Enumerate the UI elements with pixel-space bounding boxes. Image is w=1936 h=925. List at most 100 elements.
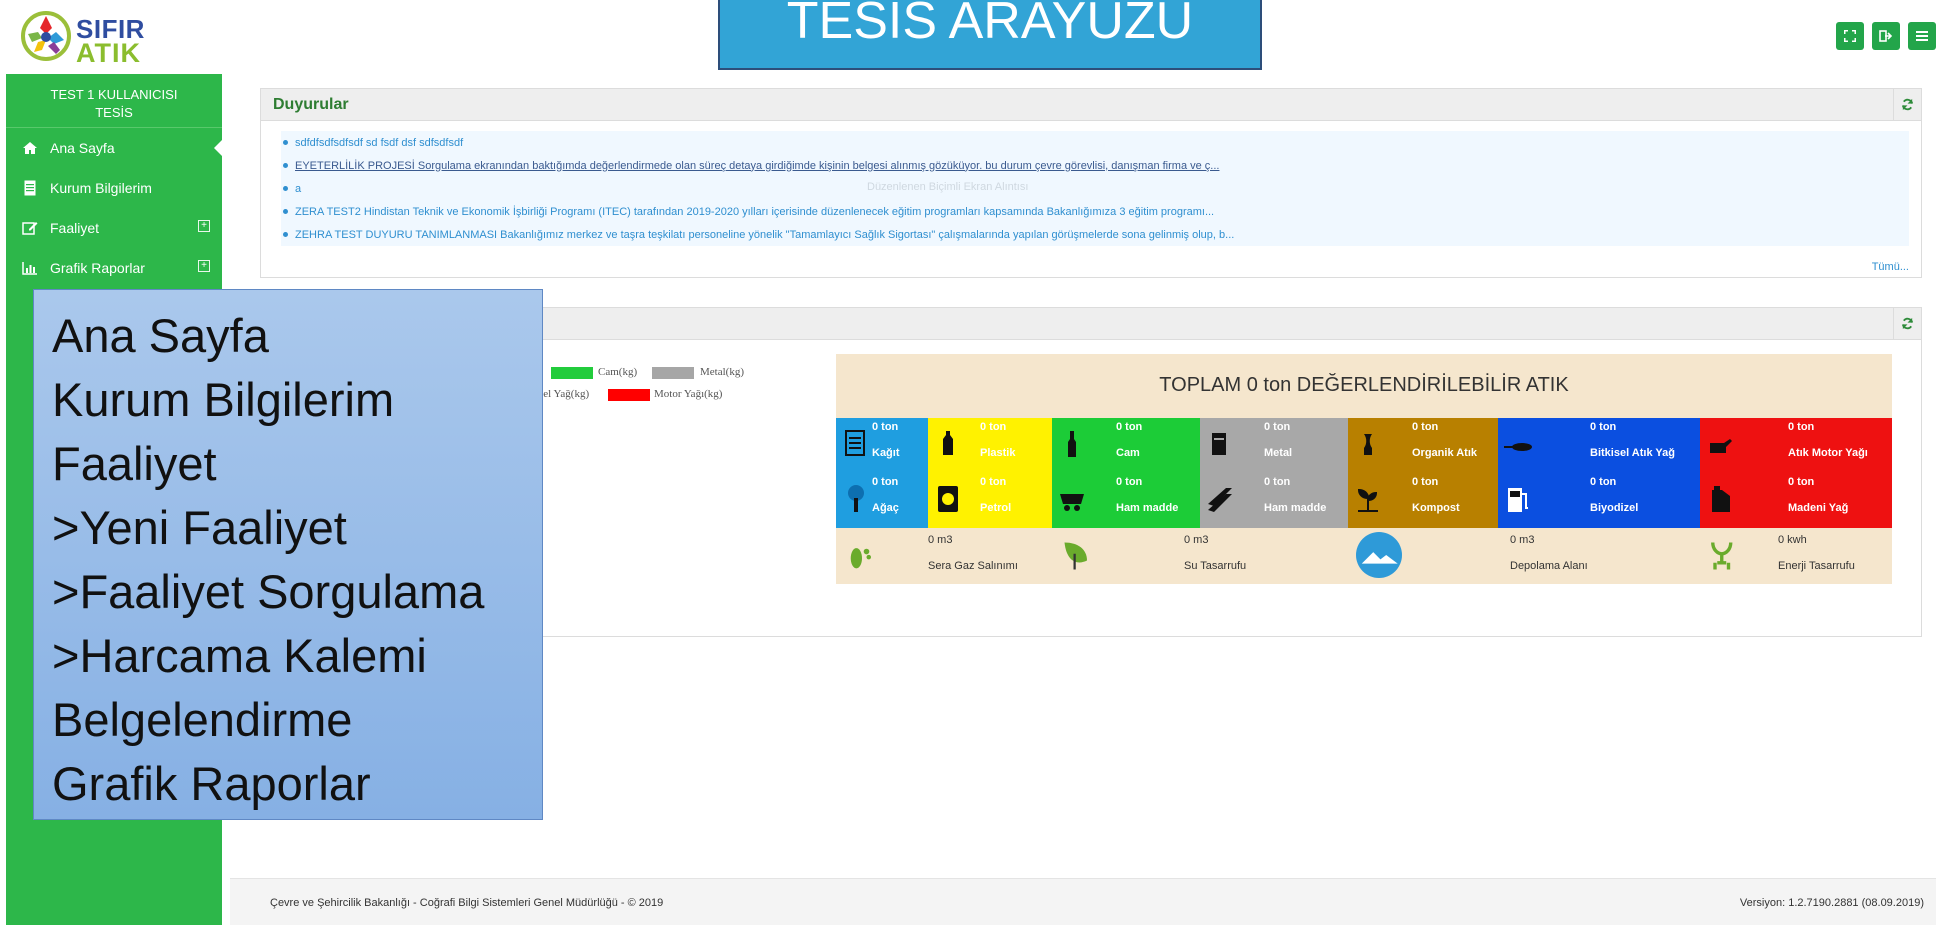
- menu-annotation-callout: Ana Sayfa Kurum Bilgilerim Faaliyet >Yen…: [33, 289, 543, 820]
- plastic-bottle-icon: [943, 431, 953, 455]
- waste-row: 0 ton Kağıt 0 ton Plastik 0 ton Cam 0 ton Metal…: [836, 418, 1892, 473]
- user-role: TESİS: [95, 105, 133, 120]
- waste-amount: 0 ton: [1116, 476, 1143, 488]
- can-icon: [1212, 433, 1226, 455]
- announcement-item[interactable]: EYETERLİLİK PROJESİ Sorgulama ekranından…: [281, 154, 1909, 177]
- waste-amount: 0 ton: [980, 421, 1007, 433]
- benefit-name: Enerji Tasarrufu: [1778, 560, 1855, 572]
- waste-cell-bitkisel-atık-yağ: 0 ton Bitkisel Atık Yağ: [1498, 418, 1700, 473]
- refresh-button[interactable]: [1893, 308, 1921, 339]
- benefit-name: Sera Gaz Salınımı: [928, 560, 1018, 572]
- waste-cell-organik-atık: 0 ton Organik Atık: [1348, 418, 1498, 473]
- waste-name: Atık Motor Yağı: [1788, 447, 1868, 459]
- waste-name: Plastik: [980, 447, 1016, 459]
- document-icon: [20, 178, 40, 198]
- legend-label: sel Yağ(kg): [539, 388, 590, 400]
- fullscreen-button[interactable]: [1836, 22, 1864, 50]
- announcement-item[interactable]: sdfdfsdfsdfsdf sd fsdf dsf sdfsdfsdf: [281, 131, 1909, 154]
- legend-label: Metal(kg): [700, 366, 744, 378]
- jerrycan-icon: [1712, 486, 1730, 512]
- waste-cell-metal: 0 ton Metal: [1200, 418, 1348, 473]
- refresh-button[interactable]: [1893, 89, 1921, 120]
- user-info: TEST 1 KULLANICISI TESİS: [6, 74, 222, 128]
- water-leaf-icon: [1064, 542, 1087, 570]
- sidebar-item-ana-sayfa[interactable]: Ana Sayfa: [6, 128, 222, 168]
- active-indicator: [214, 140, 222, 156]
- legend-swatch-metal: [652, 367, 694, 379]
- waste-name: Biyodizel: [1590, 502, 1639, 514]
- announcement-item[interactable]: a Düzenlenen Biçimli Ekran Alıntısı: [281, 177, 1909, 200]
- callout-line: >Faaliyet Sorgulama: [52, 565, 485, 618]
- logout-button[interactable]: [1872, 22, 1900, 50]
- legend-label: Cam(kg): [598, 366, 638, 378]
- refresh-icon: [1901, 98, 1914, 111]
- apple-core-icon: [1364, 431, 1372, 455]
- footer-copyright: Çevre ve Şehircilik Bakanlığı - Coğrafi …: [270, 897, 664, 909]
- waste-cell-ham-madde: 0 ton Ham madde: [1200, 473, 1348, 528]
- home-icon: [20, 138, 40, 158]
- mine-cart-icon: [1060, 494, 1084, 511]
- announcement-item[interactable]: ZEHRA TEST DUYURU TANIMLANMASI Bakanlığı…: [281, 223, 1909, 246]
- waste-cell-ham-madde: 0 ton Ham madde: [1052, 473, 1200, 528]
- sidebar-item-kurum-bilgilerim[interactable]: Kurum Bilgilerim: [6, 168, 222, 208]
- legend-label: Motor Yağı(kg): [654, 388, 723, 400]
- sidebar-item-grafik-raporlar[interactable]: Grafik Raporlar +: [6, 248, 222, 288]
- benefit-cell: 0 m3 Su Tasarrufu: [1052, 528, 1348, 584]
- sprout-icon: [1357, 488, 1378, 512]
- waste-name: Petrol: [980, 502, 1012, 514]
- expand-icon[interactable]: +: [198, 220, 210, 232]
- energy-plug-icon: [1711, 542, 1733, 570]
- announcements-panel: Duyurular sdfdfsdfsdfsdf sd fsdf dsf sdf…: [260, 88, 1922, 278]
- waste-name: Ham madde: [1116, 502, 1179, 514]
- waste-amount: 0 ton: [1264, 421, 1291, 433]
- announcement-item[interactable]: ZERA TEST2 Hindistan Teknik ve Ekonomik …: [281, 200, 1909, 223]
- announcement-list: sdfdfsdfsdfsdf sd fsdf dsf sdfsdfsdf EYE…: [261, 121, 1921, 246]
- waste-cell-biyodizel: 0 ton Biyodizel: [1498, 473, 1700, 528]
- benefit-amount: 0 m3: [928, 534, 953, 546]
- waste-amount: 0 ton: [980, 476, 1007, 488]
- footer-version: Versiyon: 1.2.7190.2881 (08.09.2019): [1739, 897, 1924, 909]
- benefits-row: 0 m3 Sera Gaz Salınımı 0 m3 Su Tasarrufu 0 m…: [836, 528, 1892, 584]
- logout-icon: [1879, 30, 1893, 42]
- benefit-amount: 0 m3: [1510, 534, 1535, 546]
- sifir-atik-logo[interactable]: SIFIR ATIK: [20, 10, 150, 68]
- user-name: TEST 1 KULLANICISI: [50, 87, 178, 102]
- sidebar-item-label: Grafik Raporlar: [50, 260, 145, 276]
- benefit-cell: 0 kwh Enerji Tasarrufu: [1698, 528, 1892, 584]
- sidebar-item-label: Kurum Bilgilerim: [50, 180, 152, 196]
- waste-name: Kağıt: [872, 447, 900, 459]
- footprint-icon: [850, 548, 871, 569]
- callout-line: Kurum Bilgilerim: [52, 373, 395, 426]
- steel-beam-icon: [1208, 488, 1232, 512]
- sidebar-item-label: Ana Sayfa: [50, 140, 115, 156]
- see-all-link[interactable]: Tümü...: [1872, 261, 1909, 273]
- sidebar-item-faaliyet[interactable]: Faaliyet +: [6, 208, 222, 248]
- menu-icon: [1916, 31, 1928, 41]
- waste-cell-plastik: 0 ton Plastik: [928, 418, 1052, 473]
- benefit-cell: 0 m3 Depolama Alanı: [1348, 528, 1698, 584]
- waste-amount: 0 ton: [1788, 476, 1815, 488]
- waste-name: Organik Atık: [1412, 447, 1477, 459]
- logo-text-atik: ATIK: [76, 38, 141, 68]
- waste-name: Metal: [1264, 447, 1293, 459]
- waste-name: Ham madde: [1264, 502, 1327, 514]
- waste-summary-table: TOPLAM 0 ton DEĞERLENDİRİLEBİLİR ATIK 0 …: [836, 354, 1892, 584]
- fuel-pump-icon: [1508, 488, 1528, 512]
- waste-amount: 0 ton: [1590, 476, 1617, 488]
- menu-toggle-button[interactable]: [1908, 22, 1936, 50]
- waste-cell-ağaç: 0 ton Ağaç: [836, 473, 928, 528]
- page-title: TESİS ARAYÜZÜ: [718, 0, 1262, 70]
- waste-name: Kompost: [1412, 502, 1460, 514]
- refresh-icon: [1901, 317, 1914, 330]
- waste-amount: 0 ton: [1412, 421, 1439, 433]
- waste-name: Cam: [1116, 447, 1140, 459]
- panel-title: Duyurular: [273, 95, 349, 113]
- footer: Çevre ve Şehircilik Bakanlığı - Coğrafi …: [230, 878, 1936, 925]
- benefit-cell: 0 m3 Sera Gaz Salınımı: [836, 528, 1052, 584]
- expand-icon[interactable]: +: [198, 260, 210, 272]
- edit-icon: [20, 218, 40, 238]
- barrel-icon: [938, 486, 958, 512]
- top-header: SIFIR ATIK TESİS ARAYÜZÜ: [0, 0, 1936, 74]
- waste-cell-cam: 0 ton Cam: [1052, 418, 1200, 473]
- waste-name: Bitkisel Atık Yağ: [1590, 447, 1675, 459]
